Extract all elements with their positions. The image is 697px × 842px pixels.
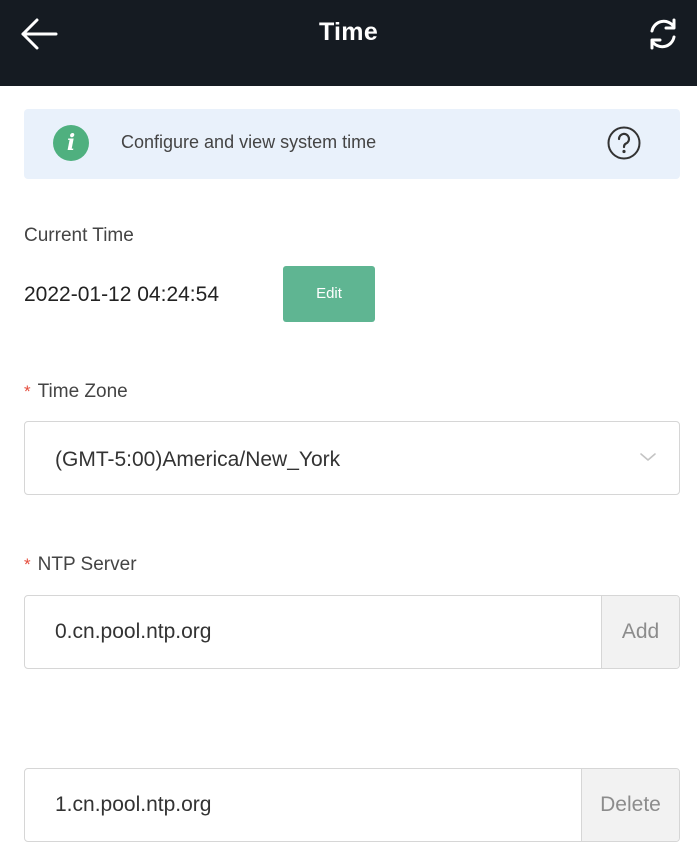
page-title: Time <box>318 18 379 46</box>
ntp-server-row: Delete <box>24 768 680 842</box>
top-app-bar: Time <box>0 0 697 86</box>
refresh-button[interactable] <box>643 14 683 54</box>
ntp-server-input[interactable] <box>25 596 603 668</box>
add-ntp-server-button[interactable]: Add <box>601 596 679 668</box>
edit-time-button[interactable]: Edit <box>283 266 375 322</box>
required-marker: * <box>24 555 31 574</box>
ntp-server-row: Add <box>24 595 680 669</box>
chevron-down-icon <box>640 453 656 461</box>
time-zone-label-text: Time Zone <box>37 381 128 402</box>
info-banner: i Configure and view system time <box>24 109 680 179</box>
refresh-icon <box>650 18 676 50</box>
ntp-server-label: * NTP Server <box>24 554 137 576</box>
info-icon: i <box>53 125 89 161</box>
delete-ntp-server-button[interactable]: Delete <box>581 769 679 841</box>
current-time-value: 2022-01-12 04:24:54 <box>24 283 219 306</box>
help-button[interactable] <box>606 125 642 161</box>
time-zone-label: * Time Zone <box>24 381 128 403</box>
ntp-server-input[interactable] <box>25 769 583 841</box>
ntp-server-label-text: NTP Server <box>37 554 137 575</box>
time-zone-select[interactable]: (GMT-5:00)America/New_York <box>24 421 680 495</box>
time-zone-selected-value: (GMT-5:00)America/New_York <box>55 448 341 471</box>
required-marker: * <box>24 382 31 401</box>
current-time-label: Current Time <box>24 225 134 246</box>
info-banner-text: Configure and view system time <box>121 132 377 152</box>
question-circle-icon <box>607 126 641 160</box>
